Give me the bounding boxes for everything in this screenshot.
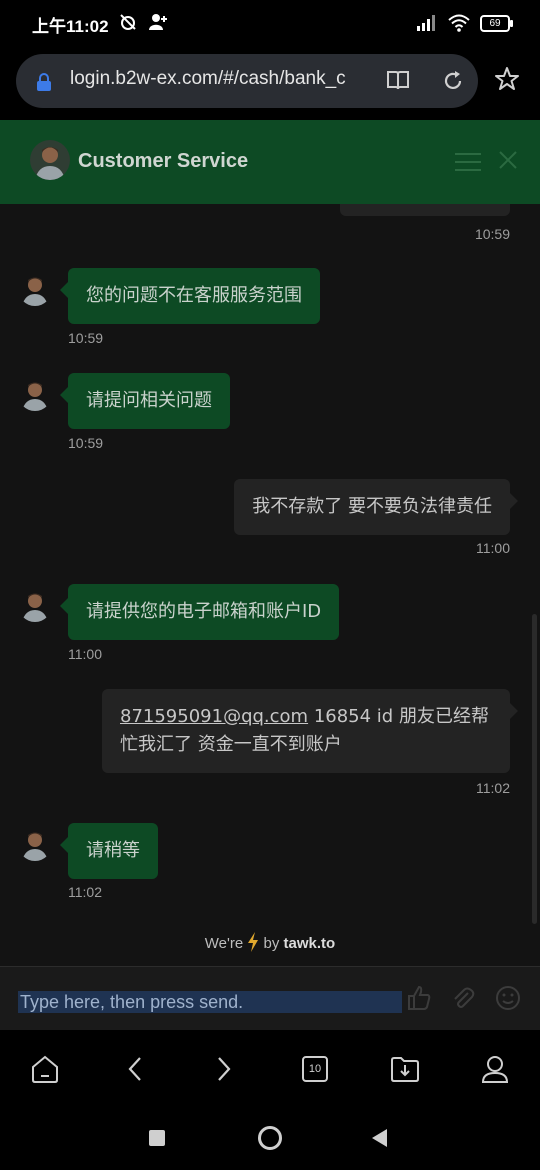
user-message-bubble: 我不存款了 要不要负法律责任 <box>234 479 518 535</box>
profile-button[interactable] <box>478 1052 512 1086</box>
message-text: 请提供您的电子邮箱和账户ID <box>86 601 322 622</box>
powered-by[interactable]: We're by tawk.to <box>0 932 540 952</box>
message-text: 我不存款了 要不要负法律责任 <box>252 496 492 517</box>
message-time: 11:00 <box>68 646 102 662</box>
profile-icon <box>481 1056 509 1083</box>
agent-message-bubble: 您的问题不在客服服务范围 <box>60 268 320 324</box>
url-field[interactable]: login.b2w-ex.com/#/cash/bank_c <box>16 54 478 108</box>
reload-icon[interactable] <box>441 69 465 93</box>
message-text: 请稍等 <box>86 840 140 861</box>
tab-count: 10 <box>302 1056 328 1082</box>
user-message-bubble: 871595091@qq.com 16854 id 朋友已经帮忙我汇了 资金一直… <box>102 689 518 773</box>
agent-message-bubble: 请提供您的电子邮箱和账户ID <box>59 584 340 640</box>
lock-icon[interactable] <box>36 72 52 92</box>
chat-scrollbar[interactable] <box>532 614 537 924</box>
message-time: 10:59 <box>474 226 510 242</box>
message-text: 您的问题不在客服服务范围 <box>86 285 302 306</box>
powered-middle: by <box>263 935 280 952</box>
chevron-left-icon <box>128 1057 141 1081</box>
alarm-off-icon <box>120 14 136 30</box>
message-input-bar <box>0 966 540 1031</box>
agent-avatar <box>30 140 70 180</box>
message-time: 11:00 <box>476 540 510 556</box>
status-time: 上午11:02 <box>32 17 109 36</box>
tabs-button[interactable]: 10 <box>298 1052 332 1086</box>
agent-avatar <box>18 827 52 861</box>
downloads-button[interactable] <box>388 1052 422 1086</box>
message-input[interactable] <box>18 991 402 1013</box>
signal-icon <box>417 15 435 31</box>
powered-prefix: We're <box>204 935 244 952</box>
home-button[interactable] <box>28 1052 62 1086</box>
system-back-button[interactable] <box>372 1129 387 1147</box>
forward-button[interactable] <box>207 1052 241 1086</box>
message-text: 请提问相关问题 <box>86 390 212 411</box>
status-bar: 上午11:02 69 <box>0 0 540 48</box>
user-message-bubble <box>340 204 510 216</box>
chevron-right-icon <box>218 1057 231 1081</box>
person-add-icon <box>149 14 167 30</box>
chat-messages[interactable]: 10:59 您的问题不在客服服务范围 10:59 请提问相关问题 10:59 我… <box>0 204 540 966</box>
agent-message-bubble: 请提问相关问题 <box>60 373 230 429</box>
email-link[interactable]: 871595091@qq.com <box>120 706 308 727</box>
system-navigation-bar <box>0 1108 540 1170</box>
thumbs-up-icon[interactable] <box>406 985 432 1011</box>
tawk-brand[interactable]: tawk.to <box>284 935 336 952</box>
browser-address-bar: login.b2w-ex.com/#/cash/bank_c <box>0 48 540 120</box>
agent-avatar <box>18 272 52 306</box>
message-time: 11:02 <box>68 884 102 900</box>
back-button[interactable] <box>118 1052 152 1086</box>
lightning-icon <box>248 932 259 952</box>
hamburger-menu-icon[interactable] <box>455 152 481 172</box>
wifi-icon <box>448 14 470 32</box>
download-folder-icon <box>391 1057 419 1082</box>
close-icon[interactable] <box>498 150 518 170</box>
battery-indicator: 69 <box>480 14 513 32</box>
reader-mode-icon[interactable] <box>386 69 410 91</box>
message-time: 10:59 <box>68 330 104 346</box>
message-time: 11:02 <box>476 780 510 796</box>
chat-title: Customer Service <box>78 150 249 172</box>
agent-avatar <box>18 588 52 622</box>
emoji-icon[interactable] <box>495 985 521 1011</box>
star-icon[interactable] <box>494 66 520 92</box>
system-home-button[interactable] <box>258 1126 282 1150</box>
browser-toolbar: 10 <box>0 1030 540 1108</box>
message-time: 10:59 <box>68 435 104 451</box>
home-icon <box>32 1055 58 1083</box>
agent-message-bubble: 请稍等 <box>60 823 158 879</box>
chat-header: Customer Service <box>0 120 540 204</box>
url-text[interactable]: login.b2w-ex.com/#/cash/bank_c <box>70 68 360 90</box>
agent-avatar <box>18 377 52 411</box>
recents-button[interactable] <box>149 1130 165 1146</box>
paperclip-icon[interactable] <box>450 985 476 1011</box>
